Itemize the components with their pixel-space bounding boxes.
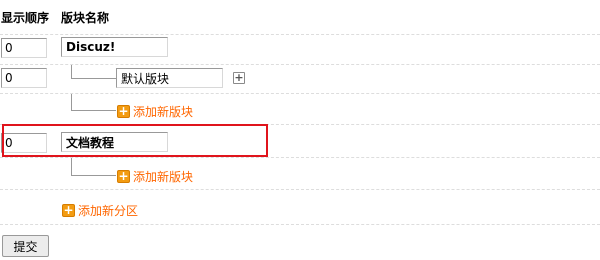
add-icon: + — [117, 169, 130, 183]
table-header: 显示顺序 版块名称 — [0, 0, 600, 35]
highlight-box — [2, 124, 268, 157]
add-forum-link[interactable]: + 添加新版块 — [117, 168, 193, 185]
add-forum-label: 添加新版块 — [133, 170, 194, 184]
tree-line — [71, 175, 116, 176]
display-order-input[interactable] — [1, 68, 47, 88]
add-category-link[interactable]: + 添加新分区 — [62, 202, 138, 219]
add-category-label: 添加新分区 — [78, 204, 139, 218]
column-header-name: 版块名称 — [61, 11, 110, 25]
add-subforum-icon[interactable]: + — [233, 72, 245, 84]
submit-button[interactable]: 提交 — [2, 235, 49, 257]
category-row-discuz — [0, 35, 600, 65]
add-forum-link[interactable]: + 添加新版块 — [117, 103, 193, 120]
forum-row-default: + — [0, 65, 600, 94]
tree-line — [71, 78, 116, 79]
tree-line — [71, 65, 72, 79]
add-forum-row: + 添加新版块 — [0, 94, 600, 125]
column-header-order: 显示顺序 — [1, 11, 50, 25]
add-icon: + — [117, 104, 130, 118]
tree-line — [71, 158, 72, 175]
add-icon: + — [62, 203, 75, 217]
tree-line — [71, 94, 72, 110]
forum-name-input[interactable] — [116, 68, 223, 88]
category-name-input[interactable] — [61, 37, 168, 57]
display-order-input[interactable] — [1, 38, 47, 58]
add-forum-row: + 添加新版块 — [0, 158, 600, 190]
tree-line — [71, 110, 116, 111]
add-category-row: + 添加新分区 — [0, 190, 600, 225]
add-forum-label: 添加新版块 — [133, 105, 194, 119]
